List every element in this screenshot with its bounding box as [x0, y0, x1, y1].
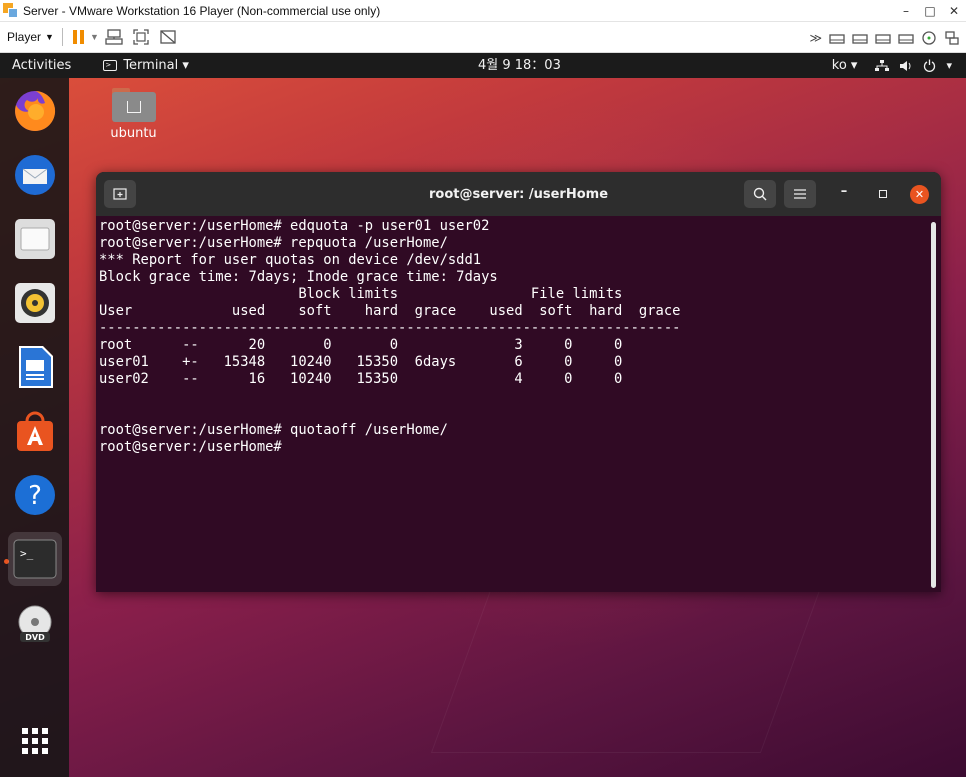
terminal-line: root@server:/userHome# — [99, 439, 291, 455]
terminal-title: root@server: /userHome — [428, 186, 609, 202]
maximize-button[interactable]: □ — [918, 4, 942, 18]
show-apps-icon[interactable] — [8, 714, 62, 768]
terminal-minimize-button[interactable]: – — [834, 184, 854, 204]
input-method-indicator[interactable]: ko ▾ — [832, 58, 858, 73]
dvd-icon[interactable]: DVD — [8, 598, 62, 652]
send-ctrl-alt-del-icon[interactable] — [105, 28, 123, 46]
svg-text:?: ? — [28, 481, 42, 511]
terminal-line: user01 +- 15348 10240 15350 6days 6 0 0 — [99, 354, 623, 370]
system-menu-arrow: ▾ — [946, 59, 952, 72]
terminal-maximize-button[interactable] — [873, 184, 893, 204]
new-tab-icon — [113, 188, 127, 200]
firefox-icon[interactable] — [8, 84, 62, 138]
terminal-output[interactable]: root@server:/userHome# edquota -p user01… — [99, 218, 927, 590]
vmware-logo-icon — [3, 2, 19, 19]
toolbar-divider — [61, 28, 63, 46]
app-menu-label: Terminal ▾ — [123, 58, 189, 73]
hard-disk-icon[interactable] — [875, 31, 891, 45]
pause-dropdown-icon[interactable]: ▼ — [90, 32, 99, 42]
terminal-app-icon: > — [103, 60, 118, 71]
app-menu-button[interactable]: > Terminal ▾ — [103, 58, 189, 73]
terminal-line: Block grace time: 7days; Inode grace tim… — [99, 269, 498, 285]
activities-button[interactable]: Activities — [12, 58, 71, 73]
player-menu-label: Player — [7, 30, 42, 44]
new-tab-button[interactable] — [104, 180, 136, 208]
terminal-line: root -- 20 0 0 3 0 0 — [99, 337, 623, 353]
power-icon — [924, 59, 936, 72]
desktop-home-folder[interactable]: ubuntu — [106, 88, 161, 141]
terminal-line: root@server:/userHome# quotaoff /userHom… — [99, 422, 448, 438]
dock: ? >_ DVD — [0, 78, 69, 777]
close-button[interactable]: ✕ — [942, 4, 966, 18]
window-title: Server - VMware Workstation 16 Player (N… — [23, 3, 381, 18]
hard-disk-icon[interactable] — [852, 31, 868, 45]
files-icon[interactable] — [8, 212, 62, 266]
fullscreen-icon[interactable] — [132, 28, 150, 46]
search-button[interactable] — [744, 180, 776, 208]
system-menu[interactable]: ▾ — [875, 59, 952, 72]
thunderbird-icon[interactable] — [8, 148, 62, 202]
player-menu-button[interactable]: Player ▼ — [7, 30, 54, 44]
unity-mode-icon[interactable] — [159, 28, 177, 46]
libreoffice-writer-icon[interactable] — [8, 340, 62, 394]
terminal-line: *** Report for user quotas on device /de… — [99, 252, 482, 268]
volume-icon — [900, 60, 911, 71]
svg-text:DVD: DVD — [25, 633, 45, 642]
terminal-line: ----------------------------------------… — [99, 320, 681, 336]
svg-text:>_: >_ — [20, 547, 34, 560]
terminal-line: Block limits File limits — [99, 286, 623, 302]
desktop-home-label: ubuntu — [110, 126, 157, 141]
vmware-title-bar: Server - VMware Workstation 16 Player (N… — [0, 0, 966, 22]
terminal-line: root@server:/userHome# edquota -p user01… — [99, 218, 490, 234]
maximize-icon — [879, 190, 887, 198]
cd-dvd-icon[interactable] — [921, 30, 937, 46]
terminal-close-button[interactable]: ✕ — [910, 185, 929, 204]
software-icon[interactable] — [8, 404, 62, 458]
device-status-icons: ≫ — [809, 22, 960, 53]
network-adapter-icon[interactable] — [944, 30, 960, 46]
search-icon — [753, 187, 767, 201]
terminal-line: root@server:/userHome# repquota /userHom… — [99, 235, 448, 251]
network-icon — [875, 59, 890, 71]
minimize-button[interactable]: – — [894, 4, 918, 18]
terminal-window: root@server: /userHome – ✕ root@server:/… — [96, 172, 941, 592]
hamburger-menu-button[interactable] — [784, 180, 816, 208]
terminal-line: User used soft hard grace used soft hard… — [99, 303, 681, 319]
rhythmbox-icon[interactable] — [8, 276, 62, 330]
gnome-top-bar: Activities > Terminal ▾ 4월 9 18：03 ko ▾ … — [0, 53, 966, 78]
terminal-header-bar: root@server: /userHome – ✕ — [96, 172, 941, 216]
terminal-line: user02 -- 16 10240 15350 4 0 0 — [99, 371, 623, 387]
help-icon[interactable]: ? — [8, 468, 62, 522]
chevron-down-icon: ▼ — [45, 32, 54, 42]
pause-icon[interactable] — [72, 30, 84, 44]
scrollbar[interactable] — [931, 222, 936, 588]
vmware-toolbar: Player ▼ ▼ ≫ — [0, 22, 966, 53]
more-devices-icon[interactable]: ≫ — [809, 31, 822, 45]
hamburger-icon — [794, 189, 806, 199]
home-folder-icon — [111, 88, 156, 122]
window-controls: – □ ✕ — [894, 0, 966, 22]
hard-disk-icon[interactable] — [829, 31, 845, 45]
clock[interactable]: 4월 9 18：03 — [478, 53, 561, 78]
terminal-icon[interactable]: >_ — [8, 532, 62, 586]
hard-disk-icon[interactable] — [898, 31, 914, 45]
